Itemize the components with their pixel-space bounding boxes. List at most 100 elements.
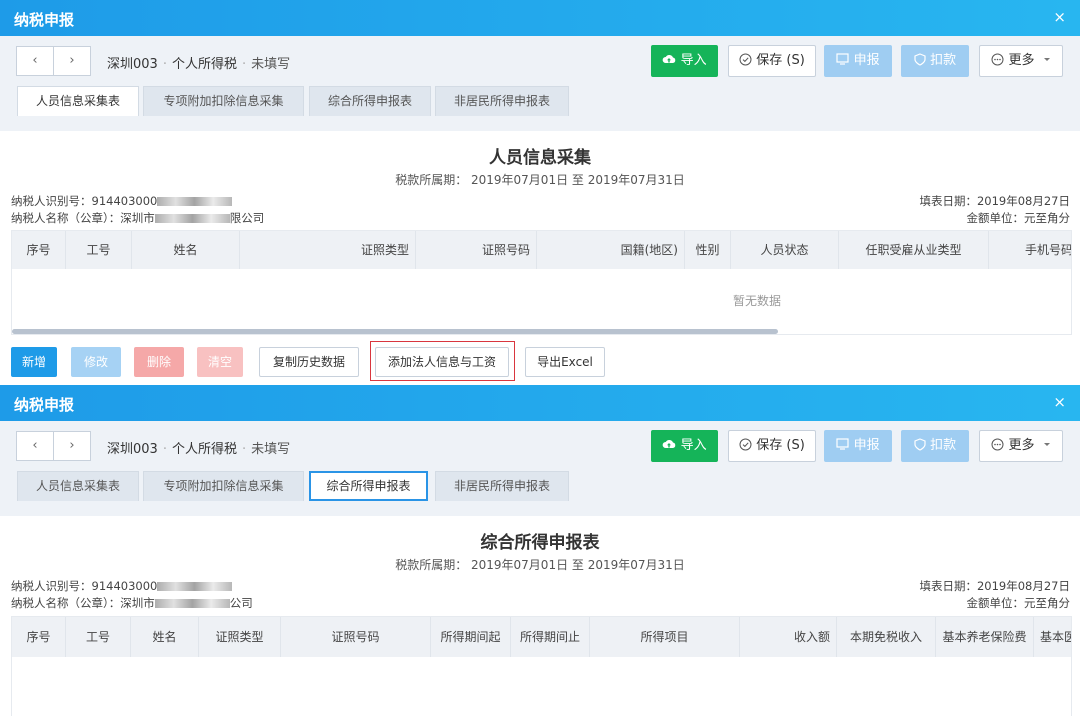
tab-non-resident-income[interactable]: 非居民所得申报表 xyxy=(435,471,569,501)
edit-button[interactable]: 修改 xyxy=(71,347,121,377)
tab-personnel-info[interactable]: 人员信息采集表 xyxy=(17,86,139,116)
deduct-button[interactable]: 扣款 xyxy=(901,45,969,77)
amount-unit: 金额单位：元至角分 xyxy=(966,596,1071,610)
report-button[interactable]: 申报 xyxy=(824,45,892,77)
tax-period: 税款所属期： 2019年07月01日 至 2019年07月31日 xyxy=(395,173,685,187)
title-bar: 纳税申报 × xyxy=(0,0,1080,36)
check-circle-icon xyxy=(739,438,752,451)
tab-special-deduction[interactable]: 专项附加扣除信息采集 xyxy=(143,471,304,501)
report-label: 申报 xyxy=(853,53,880,68)
shield-icon xyxy=(914,53,926,66)
column-header[interactable]: 工号 xyxy=(66,231,132,269)
column-header[interactable]: 证照号码 xyxy=(416,231,537,269)
taxpayer-id: 纳税人识别号：914403000 xyxy=(11,193,233,209)
back-button[interactable]: ‹ xyxy=(16,46,54,76)
column-header[interactable]: 序号 xyxy=(12,617,66,657)
taxpayer-id: 纳税人识别号：914403000 xyxy=(11,578,233,594)
more-circle-icon xyxy=(991,53,1004,66)
breadcrumb-tax-type: 个人所得税 xyxy=(171,57,237,72)
deduct-label: 扣款 xyxy=(930,438,957,453)
window-title: 纳税申报 xyxy=(14,11,75,29)
report-button[interactable]: 申报 xyxy=(824,430,892,462)
column-header[interactable]: 姓名 xyxy=(132,231,240,269)
chevron-right-icon: › xyxy=(69,438,75,453)
report-title: 综合所得申报表 xyxy=(480,533,600,553)
breadcrumb-separator: · xyxy=(162,57,167,72)
fill-date: 填表日期：2019年08月27日 xyxy=(919,579,1070,593)
deduct-label: 扣款 xyxy=(930,53,957,68)
title-bar: 纳税申报 × xyxy=(0,385,1080,421)
column-header[interactable]: 工号 xyxy=(66,617,131,657)
window-title: 纳税申报 xyxy=(14,396,75,414)
forward-button[interactable]: › xyxy=(53,46,91,76)
tab-non-resident-income[interactable]: 非居民所得申报表 xyxy=(435,86,569,116)
breadcrumb-separator: · xyxy=(241,442,247,457)
import-label: 导入 xyxy=(680,438,707,453)
chevron-right-icon: › xyxy=(69,53,75,68)
more-label: 更多 xyxy=(1008,438,1035,453)
column-header[interactable]: 人员状态 xyxy=(731,231,839,269)
column-header[interactable]: 证照类型 xyxy=(199,617,281,657)
empty-state: 暂无数据 xyxy=(732,294,781,308)
column-header[interactable]: 证照类型 xyxy=(240,231,416,269)
column-header[interactable]: 收入额 xyxy=(740,617,837,657)
tab-personnel-info[interactable]: 人员信息采集表 xyxy=(17,471,139,501)
shield-icon xyxy=(914,438,926,451)
column-header[interactable]: 性别 xyxy=(685,231,731,269)
tax-filing-window-1: 纳税申报 × ‹ › 深圳003 · 个人所得税 · 未填写 导入 保存 (S) 申报 … xyxy=(0,0,1080,384)
tab-bar: 人员信息采集表 专项附加扣除信息采集 综合所得申报表 非居民所得申报表 xyxy=(0,471,1080,501)
close-icon[interactable]: × xyxy=(1053,393,1066,411)
amount-unit: 金额单位：元至角分 xyxy=(966,211,1071,225)
column-header[interactable]: 姓名 xyxy=(131,617,199,657)
clear-button[interactable]: 清空 xyxy=(197,347,243,377)
breadcrumb-company: 深圳003 xyxy=(107,442,158,457)
redacted-block xyxy=(154,214,230,223)
new-button[interactable]: 新增 xyxy=(11,347,57,377)
breadcrumb-status: 未填写 xyxy=(251,442,291,457)
table-header: 序号 工号 姓名 证照类型 证照号码 所得期间起 所得期间止 所得项目 收入额 … xyxy=(12,617,1071,657)
horizontal-scrollbar[interactable] xyxy=(12,329,778,334)
import-button[interactable]: 导入 xyxy=(651,45,718,77)
column-header[interactable]: 基本养老保险费 xyxy=(936,617,1034,657)
breadcrumb: 深圳003 · 个人所得税 · 未填写 xyxy=(107,438,290,457)
toolbar: ‹ › 深圳003 · 个人所得税 · 未填写 导入 保存 (S) 申报 扣款 更多 xyxy=(0,421,1080,471)
column-header[interactable]: 任职受雇从业类型 xyxy=(839,231,989,269)
save-button[interactable]: 保存 (S) xyxy=(728,430,816,462)
check-circle-icon xyxy=(739,53,752,66)
column-header[interactable]: 本期免税收入 xyxy=(837,617,936,657)
fill-date: 填表日期：2019年08月27日 xyxy=(919,194,1070,208)
breadcrumb-company: 深圳003 xyxy=(107,57,158,72)
forward-button[interactable]: › xyxy=(53,431,91,461)
more-dropdown[interactable]: 更多 xyxy=(979,430,1063,462)
taxpayer-name: 纳税人名称（公章）：深圳市 公司 xyxy=(11,596,253,610)
more-circle-icon xyxy=(991,438,1004,451)
column-header[interactable]: 证照号码 xyxy=(281,617,431,657)
report-content: 人员信息采集 税款所属期： 2019年07月01日 至 2019年07月31日 … xyxy=(0,131,1080,384)
column-header[interactable]: 所得期间止 xyxy=(511,617,590,657)
deduct-button[interactable]: 扣款 xyxy=(901,430,969,462)
copy-history-button[interactable]: 复制历史数据 xyxy=(259,347,359,377)
column-header[interactable]: 手机号码 xyxy=(989,231,1071,269)
back-button[interactable]: ‹ xyxy=(16,431,54,461)
chevron-down-icon xyxy=(1043,443,1050,446)
column-header[interactable]: 国籍(地区) xyxy=(537,231,685,269)
save-button[interactable]: 保存 (S) xyxy=(728,45,816,77)
tab-special-deduction[interactable]: 专项附加扣除信息采集 xyxy=(143,86,304,116)
import-button[interactable]: 导入 xyxy=(651,430,718,462)
column-header[interactable]: 基本医 xyxy=(1034,617,1071,657)
close-icon[interactable]: × xyxy=(1053,8,1066,26)
cloud-upload-icon xyxy=(663,54,676,63)
delete-button[interactable]: 删除 xyxy=(134,347,184,377)
chevron-down-icon xyxy=(1043,58,1050,61)
breadcrumb-separator: · xyxy=(241,57,247,72)
more-dropdown[interactable]: 更多 xyxy=(979,45,1063,77)
column-header[interactable]: 所得项目 xyxy=(590,617,740,657)
export-excel-button[interactable]: 导出Excel xyxy=(525,347,605,377)
breadcrumb-tax-type: 个人所得税 xyxy=(171,442,237,457)
column-header[interactable]: 序号 xyxy=(12,231,66,269)
column-header[interactable]: 所得期间起 xyxy=(431,617,511,657)
save-label: 保存 (S) xyxy=(756,438,805,453)
tab-comprehensive-income[interactable]: 综合所得申报表 xyxy=(309,86,431,116)
tab-comprehensive-income[interactable]: 综合所得申报表 xyxy=(309,471,428,501)
report-title: 人员信息采集 xyxy=(489,148,591,168)
